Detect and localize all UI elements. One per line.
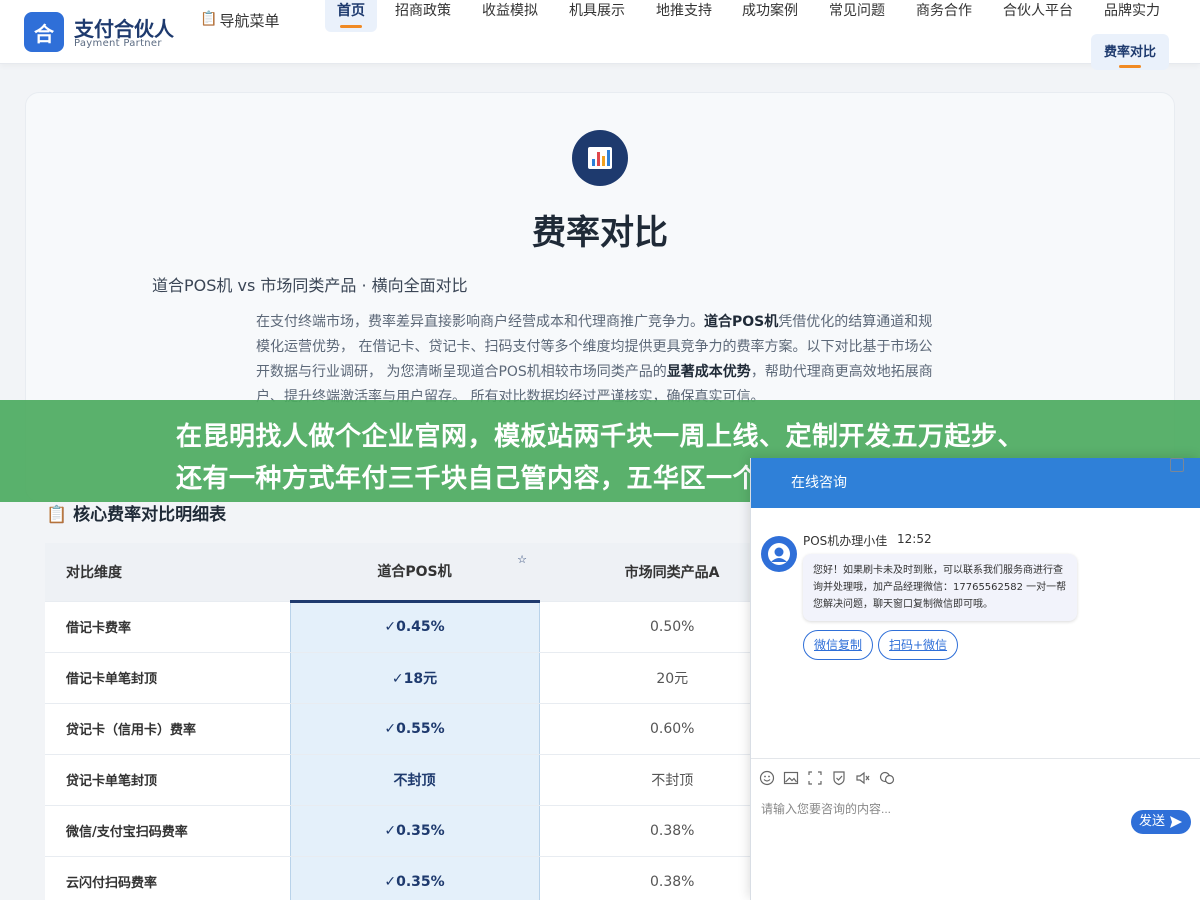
nav-item-faq[interactable]: 常见问题 [817, 0, 897, 32]
nav-item-label: 常见问题 [829, 3, 885, 19]
banner-line-1: 在昆明找人做个企业官网，模板站两千块一周上线、定制开发五万起步、 [175, 422, 1024, 452]
nav-item-label: 地推支持 [656, 3, 712, 19]
page-subtitle: 道合POS机 vs 市场同类产品 · 横向全面对比 [152, 276, 468, 295]
table-row: 贷记卡单笔封顶 不封顶 不封顶 [45, 754, 805, 806]
chat-divider [751, 758, 1200, 759]
agent-name: POS机办理小佳 [803, 534, 888, 548]
nav-menu-toggle[interactable]: 📋 导航菜单 [200, 8, 290, 34]
clipboard-icon: 📋 [46, 505, 68, 525]
nav-item-partner[interactable]: 合伙人平台 [991, 0, 1085, 32]
chat-input[interactable] [761, 798, 1121, 820]
row-ours-value: ✓0.35% [289, 856, 540, 900]
nav-item-label: 成功案例 [742, 3, 798, 19]
nav-item-label: 品牌实力 [1104, 3, 1160, 19]
chat-header[interactable]: 在线咨询 [751, 458, 1200, 508]
scan-wechat-button[interactable]: 扫码+微信 [878, 630, 959, 660]
row-dimension: 云闪付扫码费率 [45, 856, 290, 900]
voice-icon[interactable] [855, 770, 871, 788]
agent-avatar [761, 536, 797, 572]
row-ours-value: ✓0.55% [289, 703, 540, 755]
send-button[interactable]: 发送 [1131, 810, 1191, 834]
nav-item-business[interactable]: 商务合作 [904, 0, 984, 32]
table-row: 贷记卡（信用卡）费率 ✓0.55% 0.60% [45, 703, 805, 755]
desc-highlight-advantage: 显著成本优势 [666, 364, 751, 380]
screenshot-icon[interactable] [807, 770, 823, 788]
copy-wechat-button[interactable]: 微信复制 [803, 630, 874, 660]
rate-comparison-table: 对比维度 道合POS机 ☆ 市场同类产品A 借记卡费率 ✓0.45% 0.50% … [45, 543, 805, 900]
page-description: 在支付终端市场，费率差异直接影响商户经营成本和代理商推广竞争力。道合POS机凭借… [256, 310, 946, 410]
page-title: 费率对比 [532, 213, 668, 253]
row-ours-value: ✓18元 [289, 652, 540, 704]
image-icon[interactable] [783, 770, 799, 788]
bar-chart-icon [572, 130, 628, 186]
table-row: 云闪付扫码费率 ✓0.35% 0.38% [45, 856, 805, 900]
nav-item-brand[interactable]: 品牌实力 [1092, 0, 1172, 32]
logo-icon[interactable]: 合 [24, 12, 64, 52]
row-dimension: 借记卡费率 [45, 601, 290, 653]
row-ours-value: ✓0.35% [289, 805, 540, 857]
star-icon: ☆ [517, 553, 527, 566]
table-header-row: 对比维度 道合POS机 ☆ 市场同类产品A [45, 543, 805, 603]
row-dimension: 贷记卡单笔封顶 [45, 754, 290, 806]
nav-item-label: 合伙人平台 [1003, 3, 1073, 19]
nav-item-support[interactable]: 地推支持 [644, 0, 724, 32]
table-row: 借记卡费率 ✓0.45% 0.50% [45, 601, 805, 653]
nav-item-home[interactable]: 首页 [325, 0, 377, 32]
active-indicator [1119, 65, 1141, 68]
row-ours-value: 不封顶 [289, 754, 540, 806]
nav-item-devices[interactable]: 机具展示 [557, 0, 637, 32]
message-time: 12:52 [897, 532, 932, 546]
nav-item-label: 收益模拟 [482, 3, 538, 19]
nav-item-rates[interactable]: 费率对比 [1091, 34, 1170, 70]
row-dimension: 借记卡单笔封顶 [45, 652, 290, 704]
desc-text: 在支付终端市场，费率差异直接影响商户经营成本和代理商推广竞争力。 [256, 314, 704, 330]
table-row: 借记卡单笔封顶 ✓18元 20元 [45, 652, 805, 704]
table-title: 📋 核心费率对比明细表 [46, 500, 226, 525]
nav-item-label: 商务合作 [916, 3, 972, 19]
nav-item-income[interactable]: 收益模拟 [470, 0, 550, 32]
row-dimension: 贷记卡（信用卡）费率 [45, 703, 290, 755]
table-row: 微信/支付宝扫码费率 ✓0.35% 0.38% [45, 805, 805, 857]
row-dimension: 微信/支付宝扫码费率 [45, 805, 290, 857]
desc-highlight-brand: 道合POS机 [704, 314, 779, 330]
active-indicator [340, 25, 362, 28]
nav-item-label: 首页 [337, 3, 365, 19]
close-icon[interactable] [1170, 458, 1184, 472]
column-header-featured: 道合POS机 ☆ [290, 543, 539, 603]
clipboard-icon: 📋 [200, 11, 218, 27]
column-header-label: 道合POS机 [377, 564, 452, 581]
row-ours-value: ✓0.45% [289, 601, 540, 653]
nav-item-label: 费率对比 [1104, 45, 1157, 60]
chat-widget: 在线咨询 POS机办理小佳 12:52 您好！如果刷卡未及时到账，可以联系我们服… [750, 458, 1200, 900]
site-header: 合 支付合伙人 Payment Partner 📋 导航菜单 首页 招商政策 收… [0, 0, 1200, 70]
brand-subtitle: Payment Partner [74, 38, 162, 49]
history-icon[interactable] [879, 770, 895, 788]
agent-message: 您好！如果刷卡未及时到账，可以联系我们服务商进行查询并处理哦，加产品经理微信：1… [803, 554, 1077, 621]
nav-item-cases[interactable]: 成功案例 [730, 0, 810, 32]
table-title-text: 核心费率对比明细表 [73, 505, 227, 525]
chat-header-title: 在线咨询 [791, 475, 847, 491]
emoji-icon[interactable] [759, 770, 775, 788]
nav-item-label: 机具展示 [569, 3, 625, 19]
nav-item-policy[interactable]: 招商政策 [383, 0, 463, 32]
send-icon [1170, 816, 1182, 828]
nav-item-label: 招商政策 [395, 3, 451, 19]
column-header: 对比维度 [45, 543, 290, 602]
rate-icon[interactable] [831, 770, 847, 788]
chat-toolbar [759, 770, 903, 788]
nav-menu-label: 导航菜单 [219, 12, 280, 30]
send-label: 发送 [1138, 814, 1165, 829]
